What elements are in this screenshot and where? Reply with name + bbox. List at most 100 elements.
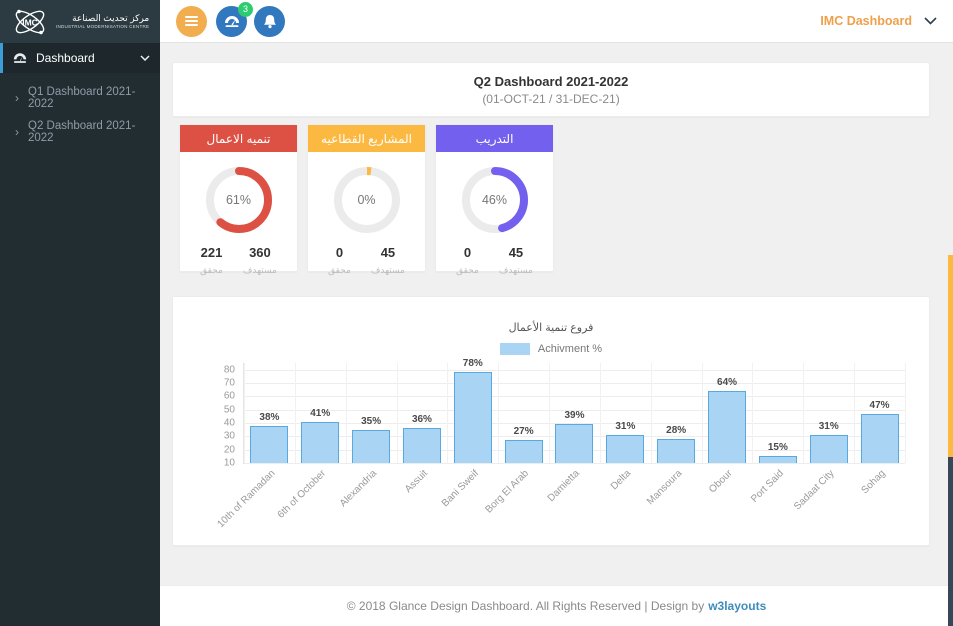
scrollbar-thumb[interactable]	[948, 255, 953, 457]
kpi-target: 45 مستهدف	[371, 244, 405, 276]
x-axis-category-label: 6th of October	[275, 468, 328, 521]
chart-title: فروع تنمية الأعمال	[173, 321, 929, 334]
sidebar-item-label: Dashboard	[36, 51, 95, 65]
bar-slot: 35%Alexandria	[346, 363, 397, 463]
kpi-target-label: مستهدف	[499, 265, 533, 276]
chart-legend: Achivment %	[173, 343, 929, 355]
bar-slot: 47%Sohag	[854, 363, 905, 463]
footer-link-w3layouts[interactable]: w3layouts	[708, 599, 766, 613]
kpi-target-value: 360	[249, 245, 271, 260]
sidebar-item-dashboard[interactable]: Dashboard	[0, 43, 160, 73]
y-axis-tick-label: 70	[224, 378, 235, 389]
kpi-target: 360 مستهدف	[243, 244, 277, 276]
x-axis-category-label: Mansoura	[645, 468, 684, 507]
sidebar-item-q2-dashboard[interactable]: › Q2 Dashboard 2021-2022	[0, 115, 160, 149]
kpi-percent-label: 46%	[457, 162, 533, 238]
sidebar-item-q1-dashboard[interactable]: › Q1 Dashboard 2021-2022	[0, 81, 160, 115]
bar-delta	[606, 435, 644, 463]
bar-obour	[708, 391, 746, 463]
bar-slot: 36%Assuit	[397, 363, 448, 463]
footer: © 2018 Glance Design Dashboard. All Righ…	[160, 585, 953, 626]
sidebar-toggle-button[interactable]	[176, 6, 207, 37]
v-gridline	[905, 363, 906, 463]
hamburger-icon	[185, 16, 198, 26]
kpi-donut-chart: 46%	[457, 162, 533, 238]
atom-logo-icon: IMC	[10, 4, 50, 40]
bar-port-said	[759, 456, 797, 463]
kpi-target-value: 45	[509, 245, 523, 260]
bar-slot: 41%6th of October	[295, 363, 346, 463]
kpi-card-title: المشاريع القطاعيه	[308, 125, 425, 152]
kpi-card-row: تنميه الاعمال 61% 221 محقق 360 مستهدف ال…	[179, 124, 554, 272]
legend-swatch	[500, 343, 530, 355]
brand-name-arabic: مركز تحديث الصناعة	[56, 14, 149, 24]
h-gridline	[244, 463, 905, 464]
kpi-achieved: 0 محقق	[328, 244, 351, 276]
x-axis-category-label: Bani Sweif	[439, 468, 480, 509]
bar-mansoura	[657, 439, 695, 463]
x-axis-category-label: Assuit	[403, 468, 430, 495]
alerts-button[interactable]	[254, 6, 285, 37]
kpi-target-label: مستهدف	[371, 265, 405, 276]
branches-bar-chart-card: فروع تنمية الأعمال Achivment % 102030405…	[172, 296, 930, 546]
kpi-achieved-value: 0	[464, 245, 471, 260]
bar-slot: 31%Delta	[600, 363, 651, 463]
bar-value-label: 47%	[844, 400, 915, 411]
bar-10th-of-ramadan	[250, 426, 288, 463]
sidebar-subitem-label: Q2 Dashboard 2021-2022	[28, 120, 152, 144]
brand-name-english: INDUSTRIAL MODERNISATION CENTRE	[56, 24, 149, 29]
kpi-achieved: 0 محقق	[456, 244, 479, 276]
bar-bani-sweif	[454, 372, 492, 463]
kpi-card-business-development: تنميه الاعمال 61% 221 محقق 360 مستهدف	[179, 124, 298, 272]
kpi-card-training: التدريب 46% 0 محقق 45 مستهدف	[435, 124, 554, 272]
chevron-right-icon: ›	[15, 92, 19, 104]
kpi-target-value: 45	[381, 245, 395, 260]
x-axis-category-label: Obour	[707, 468, 734, 495]
svg-text:IMC: IMC	[22, 17, 38, 27]
sidebar: IMC مركز تحديث الصناعة INDUSTRIAL MODERN…	[0, 0, 160, 626]
kpi-achieved-label: محقق	[328, 265, 351, 276]
x-axis-category-label: Sadaat City	[792, 468, 836, 512]
kpi-achieved-value: 221	[201, 245, 223, 260]
profile-menu[interactable]: IMC Dashboard	[820, 14, 937, 28]
kpi-achieved-label: محقق	[200, 265, 223, 276]
bar-assuit	[403, 428, 441, 463]
kpi-target: 45 مستهدف	[499, 244, 533, 276]
x-axis-category-label: Port Said	[749, 468, 786, 505]
chevron-down-icon	[924, 17, 937, 25]
x-axis-category-label: Alexandria	[338, 468, 379, 509]
y-axis-tick-label: 60	[224, 391, 235, 402]
dashboard-notifications-button[interactable]: 3	[216, 6, 247, 37]
bell-icon	[263, 14, 277, 29]
kpi-percent-label: 0%	[329, 162, 405, 238]
sidebar-submenu: › Q1 Dashboard 2021-2022 › Q2 Dashboard …	[0, 73, 160, 153]
page-title: Q2 Dashboard 2021-2022	[474, 74, 629, 89]
chevron-down-icon	[140, 55, 150, 61]
footer-text: © 2018 Glance Design Dashboard. All Righ…	[347, 599, 704, 613]
brand-logo[interactable]: IMC مركز تحديث الصناعة INDUSTRIAL MODERN…	[0, 0, 160, 43]
y-axis-tick-label: 20	[224, 444, 235, 455]
chevron-right-icon: ›	[15, 126, 19, 138]
kpi-card-sector-projects: المشاريع القطاعيه 0% 0 محقق 45 مستهدف	[307, 124, 426, 272]
scrollbar-track-bottom[interactable]	[948, 457, 953, 626]
page-subtitle: (01-OCT-21 / 31-DEC-21)	[482, 92, 619, 106]
topbar: 3 IMC Dashboard	[160, 0, 953, 43]
bar-6th-of-october	[301, 422, 339, 463]
x-axis-category-label: Delta	[609, 468, 633, 492]
kpi-card-title: التدريب	[436, 125, 553, 152]
legend-label: Achivment %	[538, 343, 602, 355]
kpi-achieved-value: 0	[336, 245, 343, 260]
x-axis-category-label: Sohag	[859, 468, 887, 496]
y-axis-tick-label: 80	[224, 364, 235, 375]
kpi-achieved: 221 محقق	[200, 244, 223, 276]
sidebar-subitem-label: Q1 Dashboard 2021-2022	[28, 86, 152, 110]
y-axis-tick-label: 10	[224, 458, 235, 469]
bar-borg-el-arab	[505, 440, 543, 463]
sidebar-nav: Dashboard › Q1 Dashboard 2021-2022 › Q2 …	[0, 43, 160, 153]
bar-sadaat-city	[810, 435, 848, 463]
bar-slot: 15%Port Said	[752, 363, 803, 463]
profile-label: IMC Dashboard	[820, 14, 912, 28]
x-axis-category-label: 10th of Ramadan	[215, 468, 277, 530]
bar-slot: 39%Damietta	[549, 363, 600, 463]
bar-sohag	[861, 414, 899, 463]
